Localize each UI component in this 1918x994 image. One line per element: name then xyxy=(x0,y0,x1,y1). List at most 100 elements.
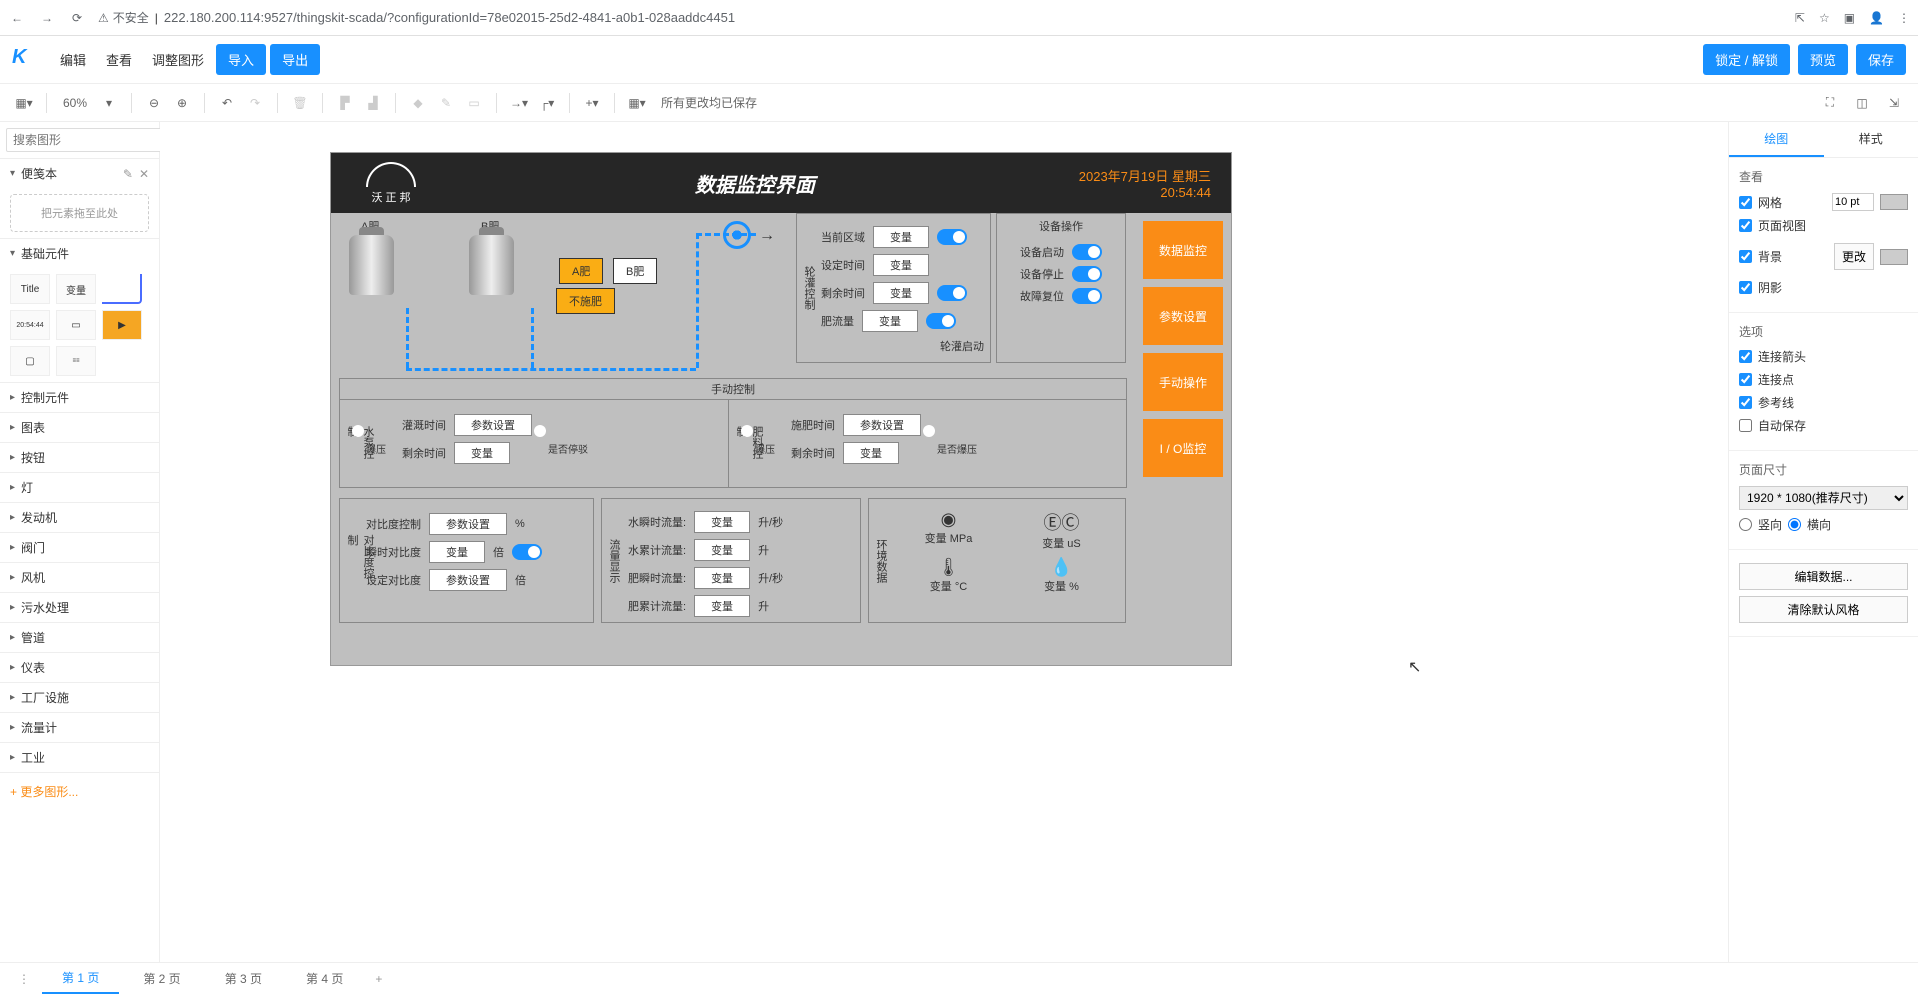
reload-icon[interactable]: ⟳ xyxy=(68,9,86,27)
category-按钮[interactable]: 按钮 xyxy=(0,443,159,472)
autosave-checkbox[interactable] xyxy=(1739,419,1752,432)
side-params[interactable]: 参数设置 xyxy=(1143,287,1223,345)
arrow-checkbox[interactable] xyxy=(1739,350,1752,363)
grid-color[interactable] xyxy=(1880,194,1908,210)
fert-b-button[interactable]: B肥 xyxy=(613,258,657,284)
clear-style-button[interactable]: 清除默认风格 xyxy=(1739,596,1908,623)
category-图表[interactable]: 图表 xyxy=(0,413,159,442)
category-工厂设施[interactable]: 工厂设施 xyxy=(0,683,159,712)
page-checkbox[interactable] xyxy=(1739,219,1752,232)
horiz-radio[interactable] xyxy=(1788,518,1801,531)
bg-change-button[interactable]: 更改 xyxy=(1834,243,1874,270)
forward-icon[interactable]: → xyxy=(38,9,56,27)
category-工业[interactable]: 工业 xyxy=(0,743,159,772)
flow-toggle[interactable] xyxy=(926,313,956,329)
connector-icon[interactable]: →▾ xyxy=(507,91,531,115)
thumb-time[interactable]: 20:54:44 xyxy=(10,310,50,340)
category-发动机[interactable]: 发动机 xyxy=(0,503,159,532)
vert-radio[interactable] xyxy=(1739,518,1752,531)
category-灯[interactable]: 灯 xyxy=(0,473,159,502)
conn-checkbox[interactable] xyxy=(1739,373,1752,386)
import-button[interactable]: 导入 xyxy=(216,44,266,75)
zoom-out-icon[interactable]: ⊖ xyxy=(142,91,166,115)
menu-adjust[interactable]: 调整图形 xyxy=(144,46,212,73)
table-icon[interactable]: ▦▾ xyxy=(625,91,649,115)
undo-icon[interactable]: ↶ xyxy=(215,91,239,115)
search-input[interactable] xyxy=(6,128,175,152)
add-icon[interactable]: +▾ xyxy=(580,91,604,115)
bg-color[interactable] xyxy=(1880,249,1908,265)
export-button[interactable]: 导出 xyxy=(270,44,320,75)
thumb-var[interactable]: 变量 xyxy=(56,274,96,304)
dev-start-toggle[interactable] xyxy=(1072,244,1102,260)
fert-a-button[interactable]: A肥 xyxy=(559,258,603,284)
more-shapes[interactable]: + 更多图形... xyxy=(0,773,159,810)
fullscreen-icon[interactable]: ⛶ xyxy=(1818,91,1842,115)
panel-icon[interactable]: ▣ xyxy=(1844,11,1855,25)
thumb-frame[interactable]: ▢ xyxy=(10,346,50,376)
page-setup-icon[interactable]: ▦▾ xyxy=(12,91,36,115)
thumb-corner[interactable] xyxy=(102,274,142,304)
side-monitor[interactable]: 数据监控 xyxy=(1143,221,1223,279)
back-icon[interactable]: ← xyxy=(8,9,26,27)
fert-param[interactable]: 参数设置 xyxy=(843,414,921,436)
side-io[interactable]: I / O监控 xyxy=(1143,419,1223,477)
ratio-toggle[interactable] xyxy=(512,544,542,560)
url-text[interactable]: 222.180.200.114:9527/thingskit-scada/?co… xyxy=(164,10,735,25)
lock-button[interactable]: 锁定 / 解锁 xyxy=(1703,44,1790,75)
page-tab-4[interactable]: 第 4 页 xyxy=(286,964,363,993)
menu-icon[interactable]: ⋮ xyxy=(1898,11,1910,25)
thumb-img[interactable]: ▭ xyxy=(56,310,96,340)
area-toggle[interactable] xyxy=(937,229,967,245)
waypoint-icon[interactable]: ┌▾ xyxy=(535,91,559,115)
page-size-select[interactable]: 1920 * 1080(推荐尺寸) xyxy=(1739,486,1908,510)
pump-param[interactable]: 参数设置 xyxy=(454,414,532,436)
profile-icon[interactable]: 👤 xyxy=(1869,11,1884,25)
edit-icon[interactable]: ✎ xyxy=(123,167,133,181)
guide-checkbox[interactable] xyxy=(1739,396,1752,409)
close-icon[interactable]: ✕ xyxy=(139,167,149,181)
tab-style[interactable]: 样式 xyxy=(1824,122,1918,157)
tab-draw[interactable]: 绘图 xyxy=(1729,122,1824,157)
zoom-level[interactable]: 60% xyxy=(57,96,93,110)
add-page-icon[interactable]: + xyxy=(367,968,390,990)
bookmark-icon[interactable]: ☆ xyxy=(1819,11,1830,25)
rem-toggle[interactable] xyxy=(937,285,967,301)
share-icon[interactable]: ⇱ xyxy=(1795,11,1805,25)
dev-reset-toggle[interactable] xyxy=(1072,288,1102,304)
security-warning[interactable]: ⚠ 不安全 xyxy=(98,9,149,26)
save-button[interactable]: 保存 xyxy=(1856,44,1906,75)
category-控制元件[interactable]: 控制元件 xyxy=(0,383,159,412)
shadow-checkbox[interactable] xyxy=(1739,281,1752,294)
page-menu-icon[interactable]: ⋮ xyxy=(10,968,38,990)
scratch-header[interactable]: 便笺本 ✎✕ xyxy=(0,159,159,188)
preview-button[interactable]: 预览 xyxy=(1798,44,1848,75)
ratio-param2[interactable]: 参数设置 xyxy=(429,569,507,591)
zoom-dropdown-icon[interactable]: ▾ xyxy=(97,91,121,115)
zoom-in-icon[interactable]: ⊕ xyxy=(170,91,194,115)
page-tab-3[interactable]: 第 3 页 xyxy=(205,964,282,993)
category-风机[interactable]: 风机 xyxy=(0,563,159,592)
menu-edit[interactable]: 编辑 xyxy=(52,46,94,73)
bg-checkbox[interactable] xyxy=(1739,250,1752,263)
dev-stop-toggle[interactable] xyxy=(1072,266,1102,282)
page-tab-1[interactable]: 第 1 页 xyxy=(42,963,119,994)
grid-checkbox[interactable] xyxy=(1739,196,1752,209)
format-panel-icon[interactable]: ◫ xyxy=(1850,91,1874,115)
thumb-title[interactable]: Title xyxy=(10,274,50,304)
drop-hint[interactable]: 把元素拖至此处 xyxy=(10,194,149,232)
category-阀门[interactable]: 阀门 xyxy=(0,533,159,562)
thumb-video[interactable]: ▶ xyxy=(102,310,142,340)
collapse-icon[interactable]: ⇲ xyxy=(1882,91,1906,115)
category-管道[interactable]: 管道 xyxy=(0,623,159,652)
category-仪表[interactable]: 仪表 xyxy=(0,653,159,682)
grid-size-input[interactable] xyxy=(1832,193,1874,211)
category-流量计[interactable]: 流量计 xyxy=(0,713,159,742)
category-污水处理[interactable]: 污水处理 xyxy=(0,593,159,622)
menu-view[interactable]: 查看 xyxy=(98,46,140,73)
page-tab-2[interactable]: 第 2 页 xyxy=(123,964,200,993)
fert-none-button[interactable]: 不施肥 xyxy=(556,288,615,314)
basic-header[interactable]: 基础元件 xyxy=(0,239,159,268)
edit-data-button[interactable]: 编辑数据... xyxy=(1739,563,1908,590)
side-manual[interactable]: 手动操作 xyxy=(1143,353,1223,411)
